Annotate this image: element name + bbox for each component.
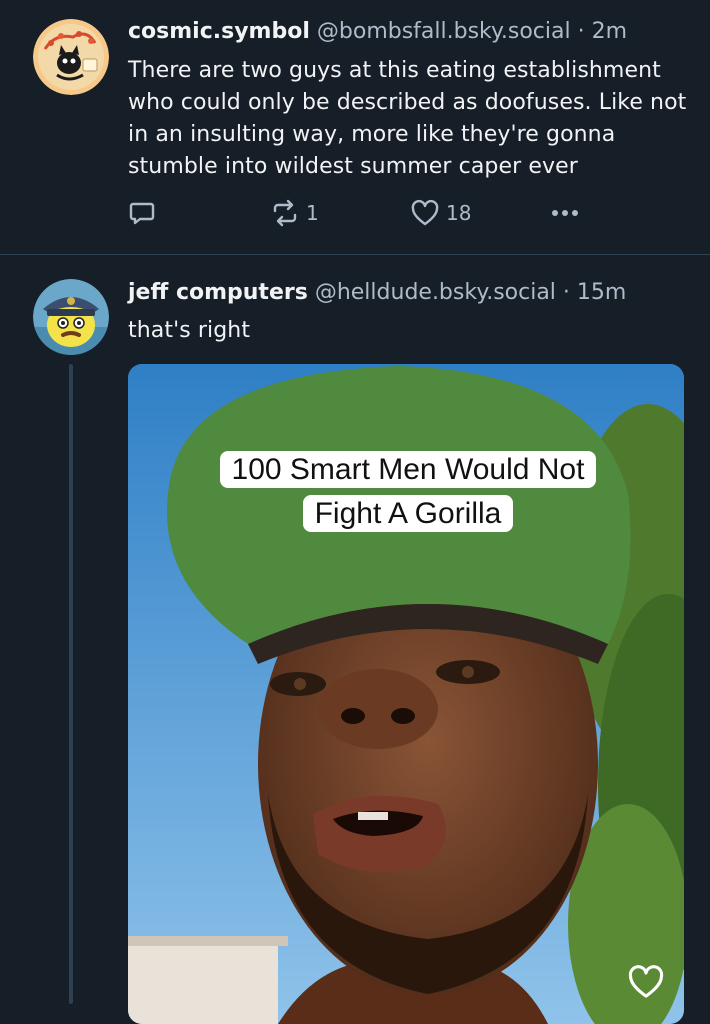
display-name[interactable]: jeff computers <box>128 280 308 305</box>
video-caption: 100 Smart Men Would Not Fight A Gorilla <box>178 448 638 536</box>
timestamp[interactable]: 15m <box>577 280 626 305</box>
repost-button[interactable]: 1 <box>270 197 319 229</box>
post-text: There are two guys at this eating establ… <box>128 58 687 179</box>
cartoon-captain-avatar <box>33 279 109 355</box>
heart-icon <box>411 199 439 226</box>
cartoon-cat-avatar <box>33 19 109 95</box>
video-embed[interactable]: 100 Smart Men Would Not Fight A Gorilla <box>128 364 684 1024</box>
avatar[interactable] <box>33 19 109 95</box>
video-like-button[interactable] <box>626 964 666 1004</box>
post-actions: 1 18 <box>128 197 588 229</box>
reply-icon <box>129 202 155 225</box>
post-header: jeff computers @helldude.bsky.social · 1… <box>128 279 626 307</box>
more-dots-icon <box>552 210 578 216</box>
like-count: 18 <box>446 201 472 225</box>
avatar[interactable] <box>33 279 109 355</box>
display-name[interactable]: cosmic.symbol <box>128 19 310 44</box>
repost-count: 1 <box>306 201 319 225</box>
caption-line-1: 100 Smart Men Would Not <box>219 451 597 488</box>
reply-button[interactable] <box>128 197 156 229</box>
more-options-button[interactable] <box>550 197 580 229</box>
post-text: that's right <box>128 318 251 343</box>
caption-line-2: Fight A Gorilla <box>302 495 514 532</box>
timestamp[interactable]: 2m <box>592 19 627 44</box>
post-header: cosmic.symbol @bombsfall.bsky.social · 2… <box>128 18 627 46</box>
thread-line <box>69 364 73 1004</box>
handle[interactable]: @bombsfall.bsky.social <box>317 19 571 44</box>
separator: · <box>577 19 585 44</box>
like-button[interactable]: 18 <box>410 197 471 229</box>
handle[interactable]: @helldude.bsky.social <box>315 280 556 305</box>
post[interactable]: cosmic.symbol @bombsfall.bsky.social · 2… <box>0 0 710 255</box>
repost-icon <box>273 199 297 227</box>
heart-icon <box>628 965 664 998</box>
separator: · <box>562 280 570 305</box>
